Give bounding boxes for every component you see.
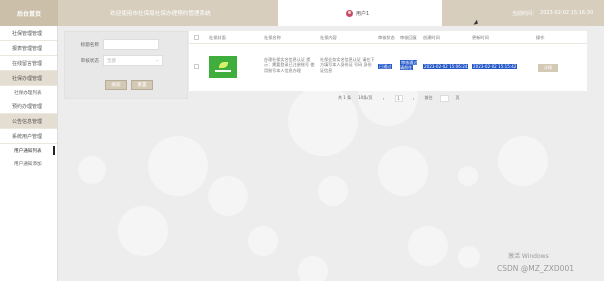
user-name: 用户1	[356, 10, 370, 17]
row-updated: 2023-02-02 15:15:42	[472, 64, 518, 69]
status-filter-value: 全部	[107, 58, 116, 64]
sidebar-item-announcements[interactable]: 公告信息管理	[0, 114, 57, 129]
sidebar-item-social-security[interactable]: 社保管理管理	[0, 26, 57, 41]
chevron-down-icon: ⌄	[155, 58, 159, 63]
social-security-cover-image	[209, 56, 237, 78]
title-filter-input[interactable]	[103, 39, 159, 50]
table-row[interactable]: 办理社保实名信息认证 提示：需要登录已注册账号 使用账号本人信息办理 社保业务实…	[189, 44, 587, 91]
sidebar-subitem-notice-add[interactable]: 用户通知添加	[0, 157, 57, 170]
page-number-current[interactable]: 1	[394, 94, 403, 102]
row-checkbox[interactable]	[194, 64, 199, 69]
sidebar: 社保管理管理 报表管理管理 在线留言管理 社保办理管理 社保办理列表 预约办理管…	[0, 26, 58, 281]
col-name: 社保名称	[264, 35, 281, 40]
search-panel: 标题名称 审核状态 全部 ⌄ 搜索 重置	[64, 31, 188, 99]
background-bubble	[378, 146, 428, 196]
prev-page-button[interactable]: ‹	[380, 95, 388, 102]
col-content: 社保内容	[320, 35, 337, 40]
time-value: 2023-02-02 15:16:30	[540, 10, 594, 16]
brand-home[interactable]: 后台首页	[0, 0, 58, 26]
status-filter-select[interactable]: 全部 ⌄	[103, 55, 163, 66]
background-bubble	[498, 136, 548, 186]
background-bubble	[248, 226, 278, 256]
sidebar-subitem-processing-list[interactable]: 社保办理列表	[0, 86, 57, 99]
top-bar: 后台首页 欢迎使用市社保局社保办理预约管理系统 用户1 当前时间： 2023-0…	[0, 0, 604, 26]
sidebar-item-users[interactable]: 系统用户管理	[0, 129, 57, 144]
pagination-total: 共 1 条	[338, 95, 352, 100]
welcome-banner: 欢迎使用市社保局社保办理预约管理系统	[58, 0, 278, 26]
background-bubble	[458, 166, 478, 186]
row-detail-button[interactable]: 详情	[538, 64, 558, 72]
background-bubble	[78, 156, 106, 184]
title-filter-label: 标题名称	[80, 42, 99, 48]
search-button[interactable]: 搜索	[105, 80, 127, 90]
col-status: 审核状态	[378, 35, 395, 40]
reset-button[interactable]: 重置	[131, 80, 153, 90]
next-page-button[interactable]: ›	[410, 95, 418, 102]
page-unit-label: 页	[455, 95, 460, 100]
col-updated: 更新时间	[472, 35, 489, 40]
sidebar-subitem-notice-list[interactable]: 用户通知列表	[0, 144, 57, 157]
background-bubble	[408, 226, 448, 266]
sidebar-item-processing[interactable]: 社保办理管理	[0, 71, 57, 86]
background-bubble	[118, 206, 168, 256]
goto-label: 前往	[424, 95, 433, 100]
status-filter-row: 审核状态 全部 ⌄	[65, 55, 163, 66]
sidebar-item-reports[interactable]: 报表管理管理	[0, 41, 57, 56]
select-all-checkbox[interactable]	[194, 35, 199, 40]
row-status: 已通过	[378, 64, 393, 69]
col-reply: 审核回复	[400, 35, 417, 40]
csdn-watermark: CSDN @MZ_ZXD001	[497, 264, 574, 273]
background-bubble	[148, 136, 208, 196]
sidebar-item-messages[interactable]: 在线留言管理	[0, 56, 57, 71]
windows-activation-notice: 激活 Windows	[508, 253, 549, 260]
title-filter-row: 标题名称	[65, 39, 159, 50]
leaf-icon	[218, 62, 228, 68]
col-action: 操作	[536, 35, 545, 40]
avatar	[346, 9, 353, 17]
background-bubble	[298, 256, 328, 281]
user-menu[interactable]: 用户1	[278, 0, 442, 26]
clock-area: 当前时间： 2023-02-02 15:16:30	[442, 0, 604, 26]
row-name: 办理社保实名信息认证 提示：需要登录已注册账号 使用账号本人信息办理	[264, 57, 315, 73]
table-header: 社保封面 社保名称 社保内容 审核状态 审核回复 创建时间 更新时间 操作	[189, 31, 587, 44]
pagination: 共 1 条 10条/页 ‹ 1 › 前往 页	[338, 94, 460, 102]
goto-page-input[interactable]	[439, 94, 449, 102]
row-created: 2023-02-02 15:06:24	[423, 64, 469, 69]
background-bubble	[458, 246, 480, 268]
row-content: 社保业务实名信息认证 请在下方填写本人身份证 号码 身份证信息	[320, 57, 375, 73]
col-cover: 社保封面	[209, 35, 226, 40]
row-reply: 审核通过 请前往	[400, 60, 418, 71]
page-size-select[interactable]: 10条/页	[358, 95, 372, 101]
background-bubble	[208, 176, 248, 216]
status-filter-label: 审核状态	[80, 58, 99, 64]
col-created: 创建时间	[423, 35, 440, 40]
data-table: 社保封面 社保名称 社保内容 审核状态 审核回复 创建时间 更新时间 操作 办理…	[189, 31, 587, 91]
sidebar-item-appointments[interactable]: 预约办理管理	[0, 99, 57, 114]
time-label: 当前时间：	[512, 10, 538, 17]
background-bubble	[318, 176, 348, 206]
